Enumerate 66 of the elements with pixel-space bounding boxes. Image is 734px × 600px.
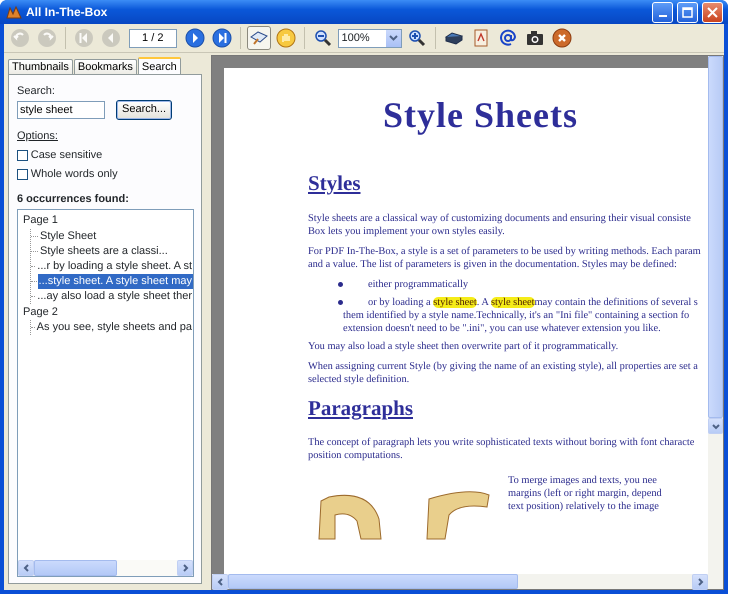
search-label: Search:	[17, 84, 56, 99]
checkbox-label: Whole words only	[30, 167, 118, 182]
tree-item[interactable]: Style sheets are a classi...	[39, 244, 169, 259]
camera-icon	[524, 28, 544, 48]
next-page-icon	[184, 28, 204, 48]
horizontal-scrollbar[interactable]	[18, 560, 193, 576]
page-number-field[interactable]: 1 / 2	[128, 28, 177, 48]
panel-tab[interactable]: Search	[138, 57, 181, 74]
list-item: or by loading a style sheet. A style sheetmay contain the definitions of several s them identified by a style name.Technically, it's an "Ini file" containing a section fo extension doesn't need to be ".ini", you can use whatever extension you like.	[343, 296, 698, 334]
close-button[interactable]	[550, 26, 574, 50]
vertical-scrollbar[interactable]	[708, 56, 723, 574]
zoom-dropdown[interactable]: 100%	[338, 28, 402, 48]
next-page-button[interactable]	[182, 26, 206, 50]
tree-item[interactable]: Page 1	[22, 213, 59, 228]
scroll-thumb[interactable]	[708, 56, 723, 418]
section-heading: Paragraphs	[308, 394, 413, 422]
checkbox[interactable]	[17, 150, 28, 160]
horizontal-scrollbar[interactable]	[212, 574, 723, 589]
paragraph: The concept of paragraph lets you write sophisticated texts without boring with font characte position computations.	[308, 436, 696, 462]
paragraph: For PDF In-The-Box, a style is a set of parameters to be used by writing methods. Each param and a value. The list of parameters is given in the documentation. Styles may be defined:	[308, 244, 702, 270]
tree-item[interactable]: ...ay also load a style sheet ther	[36, 288, 193, 304]
paragraph: Style sheets are a classical way of customizing documents and ensuring their visual consiste Box lets you implement your own styles easily.	[308, 212, 692, 238]
scroll-thumb[interactable]	[34, 560, 117, 576]
previous-page-icon	[101, 28, 121, 48]
scroll-thumb[interactable]	[228, 574, 518, 589]
minimize-button[interactable]	[652, 2, 674, 22]
last-page-button[interactable]	[210, 26, 234, 50]
document-title: Style Sheets	[383, 94, 579, 137]
first-page-icon	[74, 28, 94, 48]
maximize-button[interactable]	[677, 2, 698, 22]
last-page-icon	[212, 28, 232, 48]
tree-item[interactable]: As you see, style sheets and pa	[36, 320, 193, 336]
scroll-left-icon[interactable]	[22, 564, 30, 572]
search-field[interactable]: style sheet	[17, 100, 105, 118]
zoom-in-icon	[406, 28, 426, 48]
tree-item[interactable]: ...style sheet. A style sheet may	[38, 274, 193, 289]
results-heading: 6 occurrences found:	[17, 192, 130, 207]
section-heading: Styles	[308, 170, 360, 197]
paragraph: When assigning current Style (by giving the name of an existing style), all properties are set a selected style definition.	[308, 360, 699, 386]
panel-tab[interactable]: Thumbnails	[8, 59, 73, 74]
checkbox-label: Case sensitive	[30, 148, 102, 163]
tree-item[interactable]: ...r by loading a style sheet. A st	[36, 258, 193, 274]
options-label: Options:	[17, 128, 59, 144]
scroll-right-icon[interactable]	[696, 578, 704, 586]
close-button[interactable]	[702, 2, 724, 22]
close-icon	[707, 6, 718, 18]
paragraph: You may also load a style sheet then overwrite part of it programmatically.	[308, 340, 620, 352]
at-sign-icon	[498, 28, 518, 48]
scroll-left-icon[interactable]	[216, 578, 224, 586]
maximize-icon	[682, 6, 694, 18]
bullet-icon	[338, 282, 343, 286]
window-title: All In-The-Box	[26, 4, 108, 21]
scroll-down-icon[interactable]	[712, 422, 720, 430]
paragraph: To merge images and texts, you nee margins (left or right margin, depend text position) relatively to the image	[508, 474, 662, 514]
list-item: either programmatically	[367, 278, 468, 290]
bullet-icon	[338, 300, 343, 304]
checkbox[interactable]	[17, 168, 28, 180]
zoom-out-icon	[312, 28, 332, 48]
minimize-icon	[658, 15, 667, 17]
search-button[interactable]: Search...	[116, 100, 172, 120]
panel-tab[interactable]: Bookmarks	[74, 59, 137, 74]
close-icon	[552, 28, 572, 48]
tree-item[interactable]: Style Sheet	[39, 228, 98, 244]
tree-item[interactable]: Page 2	[22, 304, 59, 320]
scroll-right-icon[interactable]	[182, 564, 188, 572]
app-icon	[6, 4, 22, 19]
